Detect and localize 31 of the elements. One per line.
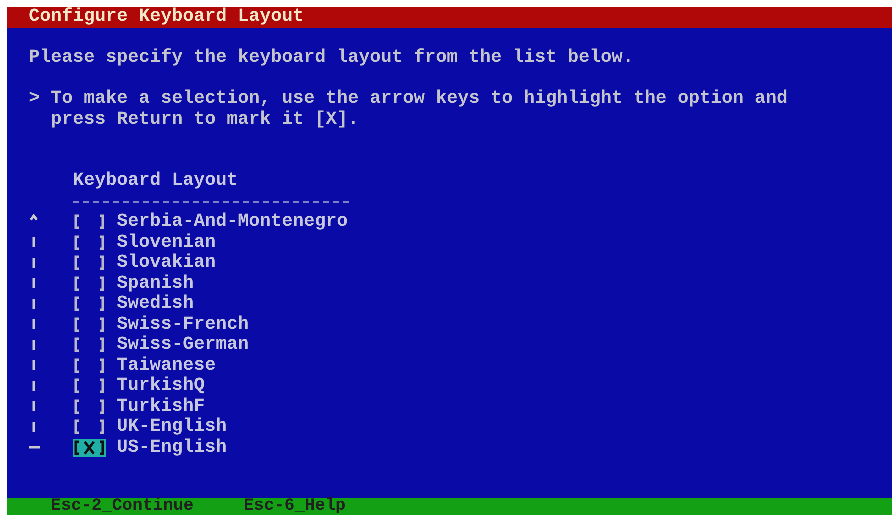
checkbox[interactable] <box>73 398 106 416</box>
prompt-marker: > <box>29 89 41 111</box>
list-heading: Keyboard Layout <box>73 171 239 192</box>
option-label[interactable]: Slovakian <box>117 253 216 274</box>
checkbox[interactable] <box>73 377 106 396</box>
checkbox[interactable] <box>73 418 106 436</box>
checkbox[interactable] <box>73 356 106 375</box>
checkbox[interactable] <box>73 213 106 232</box>
option-label[interactable]: Swiss-German <box>117 335 249 356</box>
option-label[interactable]: TurkishF <box>117 396 205 417</box>
option-label[interactable]: Slovenian <box>117 232 216 253</box>
option-label[interactable]: UK-English <box>117 417 227 438</box>
hint-text: To make a selection, use the arrow keys to highlight the option and press Return to mark it [X]. <box>51 89 789 130</box>
checkbox[interactable] <box>73 254 106 272</box>
option-label[interactable]: TurkishQ <box>117 376 205 396</box>
option-label[interactable]: Spanish <box>117 274 194 294</box>
option-label[interactable]: Swiss-French <box>117 314 249 335</box>
checkbox[interactable] <box>73 234 106 252</box>
shortcut-label[interactable]: Esc-2_Continue <box>51 498 194 515</box>
window-title: Configure Keyboard Layout <box>29 7 304 28</box>
instruction-text: Please specify the keyboard layout from the list below. <box>28 48 635 68</box>
checkbox[interactable] <box>73 438 106 457</box>
checkbox[interactable] <box>73 316 106 334</box>
option-label[interactable]: Swedish <box>117 294 194 314</box>
option-label[interactable]: Taiwanese <box>117 356 216 376</box>
checkbox[interactable] <box>73 336 106 354</box>
checkbox[interactable] <box>73 295 106 314</box>
option-label[interactable]: Serbia-And-Montenegro <box>117 212 348 232</box>
shortcut-label[interactable]: Esc-6_Help <box>244 498 346 515</box>
option-label[interactable]: US-English <box>117 438 227 458</box>
checkbox[interactable] <box>73 274 106 293</box>
